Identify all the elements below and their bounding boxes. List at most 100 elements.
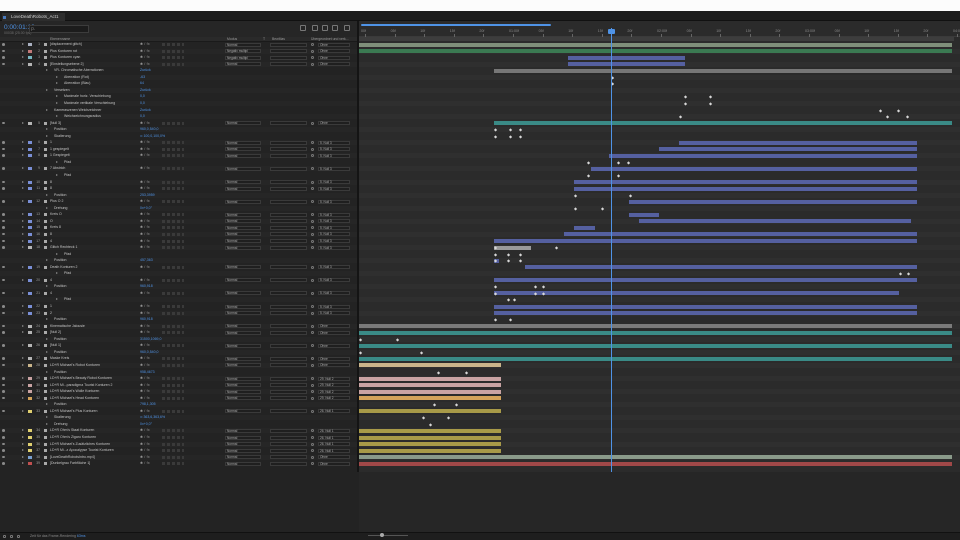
expand-triangle-icon[interactable] bbox=[56, 75, 58, 78]
switch-boxes[interactable] bbox=[162, 121, 184, 125]
switch-boxes[interactable] bbox=[162, 187, 184, 191]
property-row[interactable]: Position 960,0,540,0 bbox=[0, 349, 357, 355]
pickwhip-icon[interactable] bbox=[311, 187, 314, 191]
layer-switches[interactable]: ✱ / fx bbox=[140, 153, 150, 158]
switch-boxes[interactable] bbox=[162, 305, 184, 308]
blend-mode-dropdown[interactable]: Normal bbox=[225, 199, 261, 204]
property-value[interactable]: 960,918 bbox=[140, 284, 153, 289]
parent-dropdown[interactable]: Ohne bbox=[318, 49, 350, 54]
layer-row[interactable]: 24 Kinematische Jalousie ✱ / fx Normal Ohne bbox=[0, 323, 357, 329]
label-color-swatch[interactable] bbox=[28, 232, 32, 236]
layer-name[interactable]: 4 bbox=[50, 239, 52, 244]
layer-name[interactable]: Kinematische Jalousie bbox=[50, 324, 85, 329]
visibility-eye-icon[interactable] bbox=[2, 219, 5, 223]
layer-duration-bar[interactable] bbox=[359, 356, 952, 361]
property-row[interactable]: Position 457,363 bbox=[0, 258, 357, 264]
visibility-eye-icon[interactable] bbox=[2, 62, 5, 66]
layer-name[interactable]: 1 Gespiegelt bbox=[50, 153, 70, 158]
layer-row[interactable]: 2 Plus Konturen rot ✱ / fx Negativ multipl O… bbox=[0, 48, 357, 54]
track-matte-dropdown[interactable] bbox=[270, 442, 307, 447]
keyframe[interactable]: ◆ bbox=[519, 134, 522, 139]
keyframe[interactable]: ◆ bbox=[906, 114, 909, 119]
blend-mode-dropdown[interactable]: Normal bbox=[225, 343, 261, 348]
property-value[interactable]: 960,0,540,0 bbox=[140, 350, 159, 355]
switch-boxes[interactable] bbox=[162, 436, 184, 439]
layer-switches[interactable]: ✱ / fx bbox=[140, 363, 150, 368]
expand-triangle-icon[interactable] bbox=[22, 390, 24, 393]
layer-name[interactable]: Plus O 2 bbox=[50, 199, 63, 204]
visibility-eye-icon[interactable] bbox=[2, 121, 5, 125]
layer-duration-bar[interactable] bbox=[568, 62, 685, 67]
parent-dropdown[interactable]: Ohne bbox=[318, 42, 350, 47]
layer-row[interactable]: 30 LD+R Mi...paradigma Tourist Konturen 2… bbox=[0, 383, 357, 388]
layer-switches[interactable]: ✱ / fx bbox=[140, 55, 150, 60]
layer-duration-bar[interactable] bbox=[574, 180, 917, 185]
property-row[interactable]: Weichzeichnungsradius 0,0 bbox=[0, 114, 357, 120]
expand-triangle-icon[interactable] bbox=[22, 167, 24, 170]
blend-mode-dropdown[interactable]: Normal bbox=[225, 376, 261, 381]
property-row[interactable]: Skalierung ∞ 363,6,363,6% bbox=[0, 415, 357, 421]
visibility-eye-icon[interactable] bbox=[2, 167, 5, 170]
label-color-swatch[interactable] bbox=[28, 363, 32, 367]
keyframe[interactable]: ◆ bbox=[679, 114, 682, 119]
blend-mode-dropdown[interactable]: Negativ multipl bbox=[225, 49, 261, 54]
keyframe[interactable]: ◆ bbox=[519, 127, 522, 132]
track-matte-dropdown[interactable] bbox=[270, 356, 307, 361]
layer-switches[interactable]: ✱ / fx bbox=[140, 409, 150, 414]
layer-duration-bar[interactable] bbox=[494, 311, 917, 316]
switch-boxes[interactable] bbox=[162, 363, 184, 367]
track-matte-dropdown[interactable] bbox=[270, 330, 307, 335]
keyframe[interactable]: ◆ bbox=[534, 284, 537, 289]
pickwhip-icon[interactable] bbox=[311, 49, 314, 53]
keyframe[interactable]: ◆ bbox=[420, 350, 423, 355]
switch-boxes[interactable] bbox=[162, 213, 184, 217]
pickwhip-icon[interactable] bbox=[311, 357, 314, 361]
layer-switches[interactable]: ✱ / fx bbox=[140, 166, 150, 171]
visibility-eye-icon[interactable] bbox=[2, 291, 5, 295]
switch-boxes[interactable] bbox=[162, 455, 184, 459]
layer-switches[interactable]: ✱ / fx bbox=[140, 324, 150, 329]
layer-row[interactable]: 16 8 ✱ / fx Normal 5. Null 3 bbox=[0, 231, 357, 237]
keyframe[interactable]: ◆ bbox=[494, 252, 497, 257]
pickwhip-icon[interactable] bbox=[311, 265, 314, 269]
property-value[interactable]: 31500,1069,0 bbox=[140, 337, 161, 342]
track-matte-dropdown[interactable] bbox=[270, 212, 307, 217]
pickwhip-icon[interactable] bbox=[311, 311, 314, 315]
track-matte-dropdown[interactable] bbox=[270, 245, 307, 250]
property-value[interactable]: 0x+0,0° bbox=[140, 422, 152, 427]
layer-name[interactable]: Plus Konturen cyan bbox=[50, 55, 80, 60]
label-color-swatch[interactable] bbox=[28, 377, 32, 381]
layer-duration-bar[interactable] bbox=[359, 396, 501, 401]
expand-triangle-icon[interactable] bbox=[22, 324, 24, 327]
keyframe[interactable]: ◆ bbox=[907, 271, 910, 276]
composition-tab[interactable]: LoveDeathRobots_Act1 bbox=[2, 13, 65, 21]
pickwhip-icon[interactable] bbox=[311, 344, 314, 348]
parent-dropdown[interactable]: 5. Null 3 bbox=[318, 245, 350, 250]
expand-triangle-icon[interactable] bbox=[46, 259, 48, 262]
switch-boxes[interactable] bbox=[162, 180, 184, 184]
label-color-swatch[interactable] bbox=[28, 154, 32, 158]
keyframe[interactable]: ◆ bbox=[359, 337, 362, 342]
layer-duration-bar[interactable] bbox=[359, 428, 501, 433]
visibility-eye-icon[interactable] bbox=[2, 180, 5, 184]
expand-triangle-icon[interactable] bbox=[46, 108, 48, 111]
track-matte-dropdown[interactable] bbox=[270, 121, 307, 126]
label-color-swatch[interactable] bbox=[28, 180, 32, 184]
keyframe[interactable]: ◆ bbox=[534, 291, 537, 296]
layer-name[interactable]: 7 Abstrich bbox=[50, 166, 65, 171]
blend-mode-dropdown[interactable]: Normal bbox=[225, 324, 261, 329]
layer-name[interactable]: LD+R Ohm's Zigaro Konturen bbox=[50, 435, 96, 440]
layer-switches-icon[interactable] bbox=[3, 535, 6, 538]
expand-triangle-icon[interactable] bbox=[22, 141, 24, 144]
visibility-eye-icon[interactable] bbox=[2, 383, 5, 387]
layer-switches[interactable]: ✱ / fx bbox=[140, 455, 150, 460]
parent-dropdown[interactable]: 29. Null 2 bbox=[318, 383, 350, 388]
layer-row[interactable]: 36 LD+R Michael's Zusätzliches Konturen ✱ … bbox=[0, 441, 357, 447]
visibility-eye-icon[interactable] bbox=[2, 344, 5, 347]
track-matte-dropdown[interactable] bbox=[270, 376, 307, 381]
layer-duration-bar[interactable] bbox=[494, 245, 531, 250]
layer-switches[interactable]: ✱ / fx bbox=[140, 311, 150, 316]
label-color-swatch[interactable] bbox=[28, 390, 32, 394]
pickwhip-icon[interactable] bbox=[311, 219, 314, 223]
layer-switches[interactable]: ✱ / fx bbox=[140, 225, 150, 230]
